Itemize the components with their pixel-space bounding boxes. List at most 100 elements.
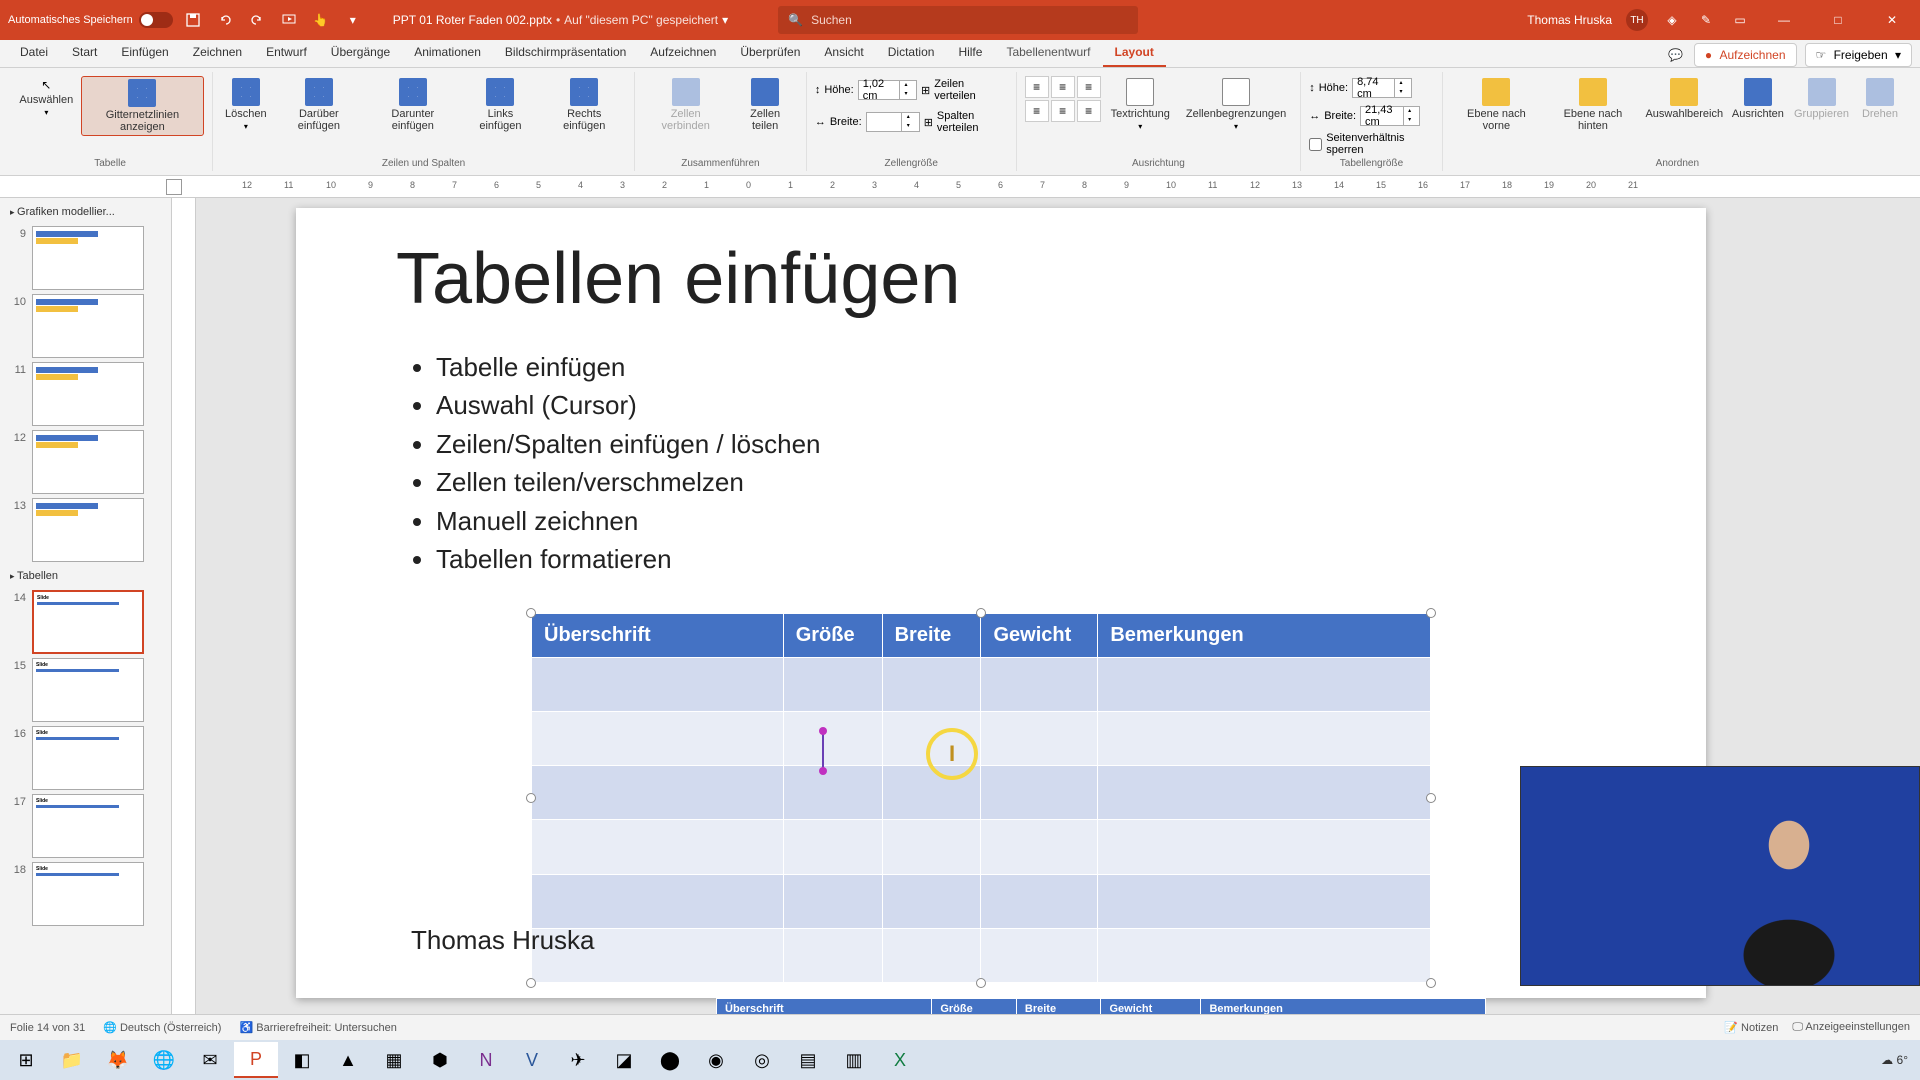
app5-icon[interactable]: ◉ — [694, 1042, 738, 1078]
explorer-icon[interactable]: 📁 — [50, 1042, 94, 1078]
window-layout-icon[interactable]: ▭ — [1730, 10, 1750, 30]
table-cell[interactable] — [532, 712, 784, 766]
tab-hilfe[interactable]: Hilfe — [946, 39, 994, 67]
app4-icon[interactable]: ◪ — [602, 1042, 646, 1078]
outlook-icon[interactable]: ✉ — [188, 1042, 232, 1078]
search-box[interactable]: 🔍 — [778, 6, 1138, 34]
aspect-ratio-checkbox[interactable]: Seitenverhältnis sperren — [1309, 132, 1434, 156]
onenote-icon[interactable]: N — [464, 1042, 508, 1078]
table-height-input[interactable]: 8,74 cm▴▾ — [1352, 78, 1412, 98]
insert-right-button[interactable]: Rechts einfügen — [542, 76, 626, 134]
start-button[interactable]: ⊞ — [4, 1042, 48, 1078]
table-cell[interactable] — [532, 874, 784, 928]
selection-handle[interactable] — [526, 978, 536, 988]
table-cell[interactable] — [981, 766, 1098, 820]
table-cell[interactable] — [981, 874, 1098, 928]
undo-icon[interactable] — [215, 10, 235, 30]
tab-layout[interactable]: Layout — [1103, 39, 1166, 67]
obs-icon[interactable]: ⬤ — [648, 1042, 692, 1078]
bullet-item[interactable]: Tabelle einfügen — [436, 348, 821, 386]
bullet-item[interactable]: Tabellen formatieren — [436, 540, 821, 578]
selection-pane-button[interactable]: Auswahlbereich — [1644, 76, 1725, 122]
tab-tabellenentwurf[interactable]: Tabellenentwurf — [994, 39, 1102, 67]
save-icon[interactable] — [183, 10, 203, 30]
align-mr[interactable]: ≡ — [1077, 100, 1101, 122]
table-cell[interactable] — [1098, 928, 1431, 982]
slide-thumbnail-16[interactable]: Slide — [32, 726, 144, 790]
bring-forward-button[interactable]: Ebene nach vorne — [1451, 76, 1542, 134]
tab-ansicht[interactable]: Ansicht — [812, 39, 875, 67]
user-avatar[interactable]: TH — [1626, 9, 1648, 31]
autosave-toggle[interactable] — [139, 12, 173, 28]
cell-margins-button[interactable]: Zellenbegrenzungen▾ — [1180, 76, 1292, 133]
table-cell[interactable] — [783, 712, 882, 766]
slide-thumbnail-11[interactable] — [32, 362, 144, 426]
distribute-cols-button[interactable]: ⊞Spalten verteilen — [924, 110, 1008, 134]
weather-widget[interactable]: ☁ 6° — [1881, 1053, 1908, 1067]
slide-thumbnail-12[interactable] — [32, 430, 144, 494]
table-cell[interactable] — [532, 820, 784, 874]
app2-icon[interactable]: ▦ — [372, 1042, 416, 1078]
table-cell[interactable] — [981, 658, 1098, 712]
app7-icon[interactable]: ▤ — [786, 1042, 830, 1078]
table-cell[interactable] — [1098, 874, 1431, 928]
app3-icon[interactable]: ⬢ — [418, 1042, 462, 1078]
section-header[interactable]: Tabellen — [2, 566, 169, 586]
table-cell[interactable] — [882, 874, 981, 928]
table-cell[interactable] — [532, 766, 784, 820]
table-width-input[interactable]: 21,43 cm▴▾ — [1360, 106, 1420, 126]
align-ml[interactable]: ≡ — [1025, 100, 1049, 122]
app6-icon[interactable]: ◎ — [740, 1042, 784, 1078]
selection-handle[interactable] — [526, 608, 536, 618]
language-status[interactable]: 🌐 Deutsch (Österreich) — [103, 1021, 221, 1034]
table-header[interactable]: Bemerkungen — [1098, 614, 1431, 658]
qat-more-icon[interactable]: ▾ — [343, 10, 363, 30]
excel-icon[interactable]: X — [878, 1042, 922, 1078]
table-cell[interactable] — [882, 820, 981, 874]
tab-zeichnen[interactable]: Zeichnen — [181, 39, 254, 67]
table-cell[interactable] — [783, 658, 882, 712]
table-header[interactable]: Größe — [783, 614, 882, 658]
outline-toggle[interactable] — [166, 179, 182, 195]
tab-überprüfen[interactable]: Überprüfen — [728, 39, 812, 67]
notes-button[interactable]: 📝 Notizen — [1724, 1021, 1778, 1034]
username[interactable]: Thomas Hruska — [1527, 13, 1612, 27]
selection-handle[interactable] — [526, 793, 536, 803]
tab-bildschirmpräsentation[interactable]: Bildschirmpräsentation — [493, 39, 638, 67]
tab-übergänge[interactable]: Übergänge — [319, 39, 402, 67]
search-input[interactable] — [811, 13, 1128, 27]
select-button[interactable]: ↖Auswählen▾ — [16, 76, 77, 119]
gridlines-button[interactable]: Gitternetzlinien anzeigen — [81, 76, 204, 136]
bullet-item[interactable]: Auswahl (Cursor) — [436, 386, 821, 424]
align-tr[interactable]: ≡ — [1077, 76, 1101, 98]
firefox-icon[interactable]: 🦊 — [96, 1042, 140, 1078]
slide-counter[interactable]: Folie 14 von 31 — [10, 1022, 85, 1034]
bullet-item[interactable]: Zeilen/Spalten einfügen / löschen — [436, 425, 821, 463]
selection-handle[interactable] — [1426, 793, 1436, 803]
share-button[interactable]: ☞ Freigeben ▾ — [1805, 43, 1913, 67]
vlc-icon[interactable]: ▲ — [326, 1042, 370, 1078]
align-tl[interactable]: ≡ — [1025, 76, 1049, 98]
cell-height-input[interactable]: 1,02 cm▴▾ — [858, 80, 917, 100]
table-cell[interactable] — [783, 820, 882, 874]
bullet-item[interactable]: Zellen teilen/verschmelzen — [436, 463, 821, 501]
record-button[interactable]: ● Aufzeichnen — [1694, 43, 1797, 67]
bullet-item[interactable]: Manuell zeichnen — [436, 502, 821, 540]
table-header[interactable]: Breite — [882, 614, 981, 658]
selection-handle[interactable] — [1426, 608, 1436, 618]
comments-icon[interactable]: 💬 — [1666, 45, 1686, 65]
table-cell[interactable] — [981, 712, 1098, 766]
table-cell[interactable] — [532, 658, 784, 712]
insert-above-button[interactable]: Darüber einfügen — [275, 76, 364, 134]
webcam-overlay[interactable] — [1520, 766, 1920, 986]
delete-button[interactable]: Löschen▾ — [221, 76, 270, 133]
table-cell[interactable] — [882, 928, 981, 982]
app-icon[interactable]: ◧ — [280, 1042, 324, 1078]
table-cell[interactable] — [1098, 658, 1431, 712]
table-cell[interactable] — [1098, 820, 1431, 874]
display-settings-button[interactable]: 🖵 Anzeigeeinstellungen — [1792, 1021, 1910, 1034]
send-backward-button[interactable]: Ebene nach hinten — [1546, 76, 1640, 134]
slide-thumbnail-14[interactable]: Slide — [32, 590, 144, 654]
tab-animationen[interactable]: Animationen — [402, 39, 493, 67]
tab-start[interactable]: Start — [60, 39, 109, 67]
